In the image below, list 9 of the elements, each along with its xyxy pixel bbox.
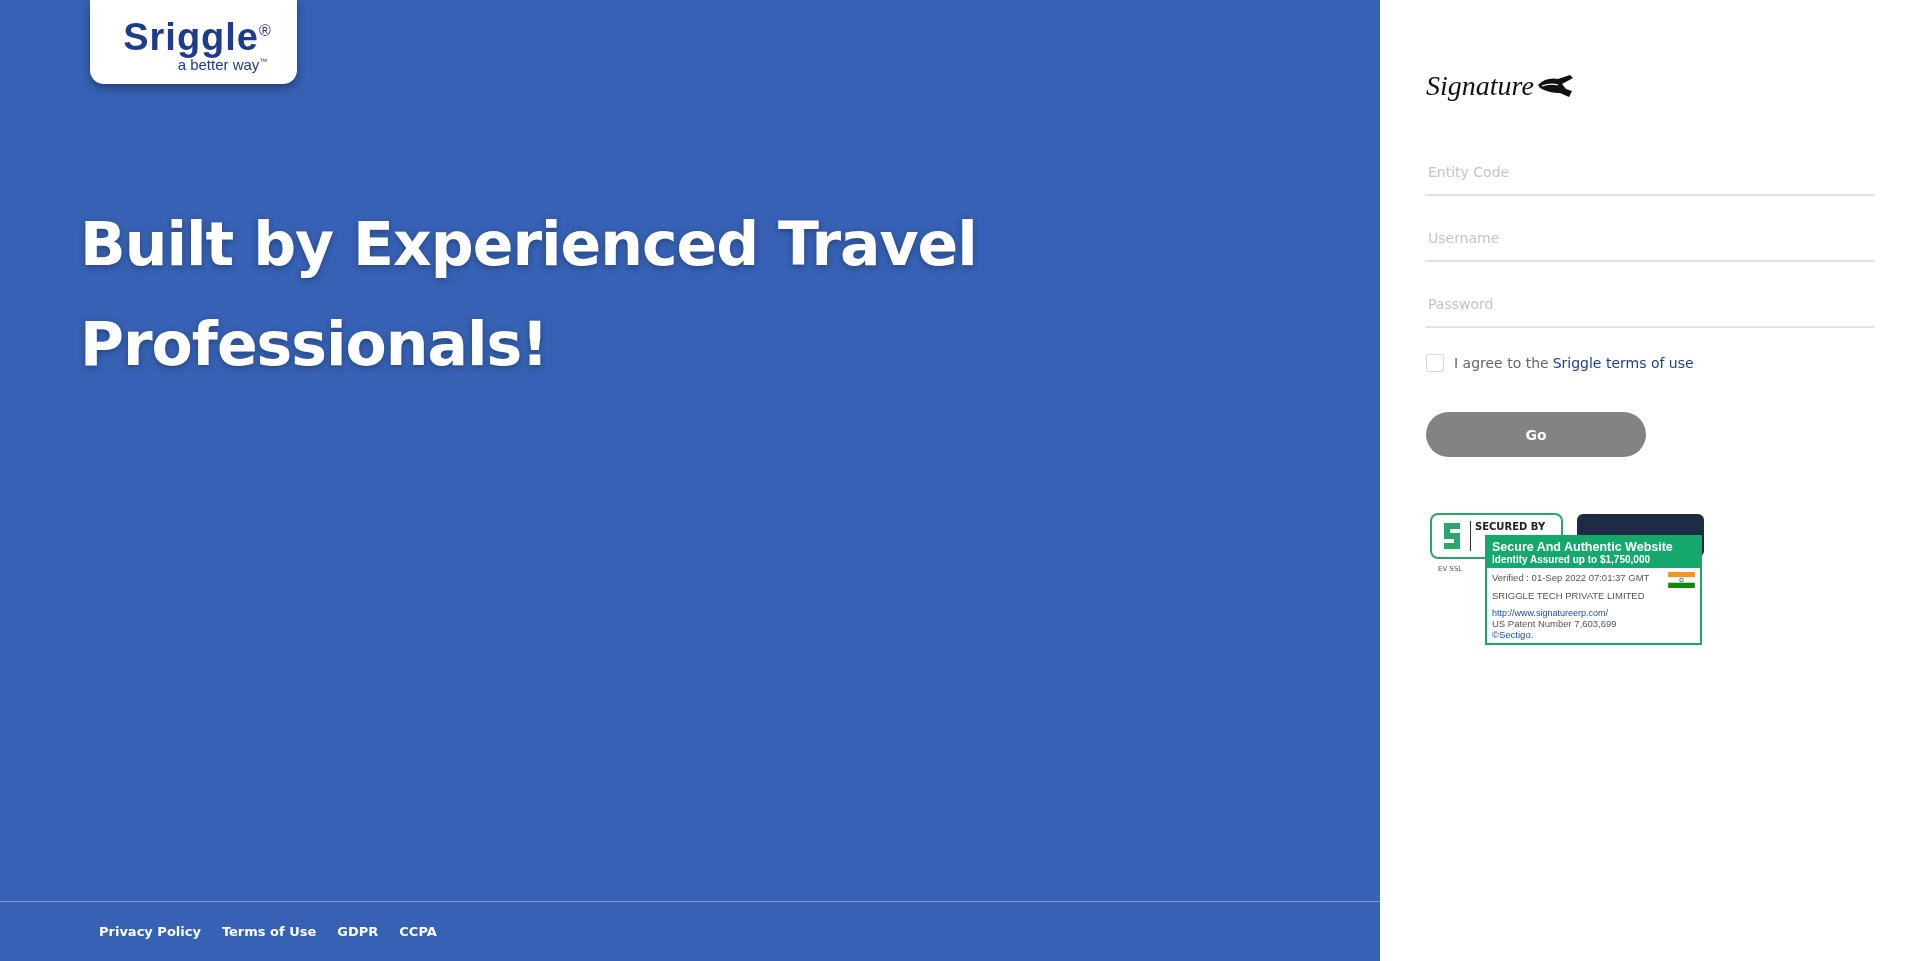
company-name: SRIGGLE TECH PRIVATE LIMITED	[1492, 590, 1646, 601]
badge-text: SECURED BY	[1475, 521, 1546, 533]
headline: Built by Experienced Travel Professionals!	[80, 208, 978, 381]
popup-title: Secure And Authentic Website	[1492, 540, 1674, 554]
verified-text: Verified : 01-Sep 2022 07:01:37 GMT	[1492, 572, 1650, 583]
product-logo: Signature	[1426, 70, 1534, 102]
patent-text: US Patent Number 7,603,699	[1492, 618, 1618, 629]
agreement-text: I agree to the	[1454, 355, 1549, 371]
popup-subtitle: Identity Assured up to $1,750,000	[1492, 554, 1652, 565]
